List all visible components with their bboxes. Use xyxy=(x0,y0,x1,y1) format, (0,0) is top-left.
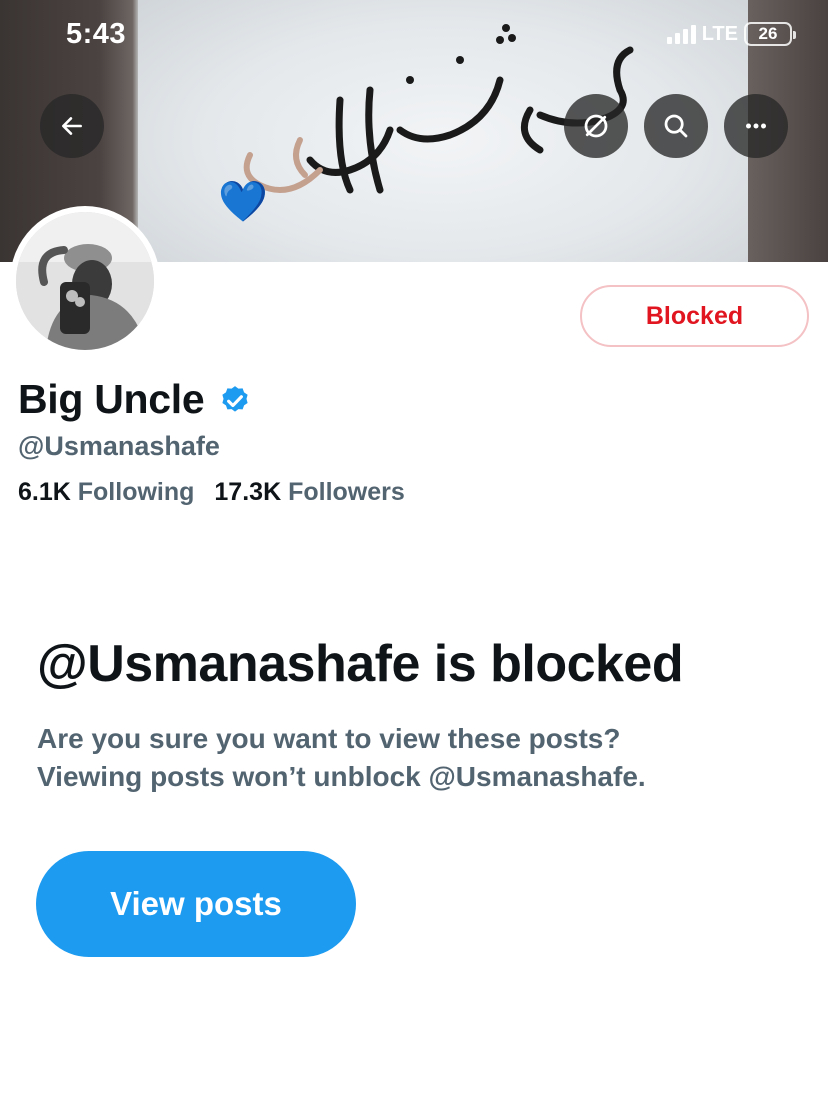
profile-name-row: Big Uncle xyxy=(18,376,252,423)
blocked-notice-description: Are you sure you want to view these post… xyxy=(37,720,797,796)
followers-count: 17.3K xyxy=(214,478,282,506)
following-label: Following xyxy=(77,478,195,506)
disable-notifications-button[interactable] xyxy=(564,94,628,158)
profile-handle: @Usmanashafe xyxy=(18,431,220,461)
search-icon xyxy=(664,114,688,138)
blocked-button[interactable]: Blocked xyxy=(580,285,809,347)
search-button[interactable] xyxy=(644,94,708,158)
avatar-photo xyxy=(16,212,154,350)
blocked-notice-line-2: Viewing posts won’t unblock @Usmanashafe… xyxy=(37,761,646,792)
avatar[interactable] xyxy=(10,206,160,356)
arrow-left-icon xyxy=(62,117,82,135)
ellipsis-icon xyxy=(746,123,766,129)
battery-level: 26 xyxy=(758,24,778,43)
status-indicators: LTE 26 xyxy=(666,22,796,46)
back-button[interactable] xyxy=(40,94,104,158)
network-type: LTE xyxy=(701,22,738,45)
followers-label: Followers xyxy=(288,478,405,506)
blocked-notice-line-1: Are you sure you want to view these post… xyxy=(37,723,621,754)
view-posts-button[interactable]: View posts xyxy=(36,851,356,957)
follow-stats: 6.1K Following 17.3K Followers xyxy=(18,478,405,507)
circle-slash-icon xyxy=(584,114,608,138)
followers-stat[interactable]: 17.3K Followers xyxy=(214,478,404,507)
following-count: 6.1K xyxy=(18,478,71,506)
banner-emoji: 💙 xyxy=(218,180,268,224)
battery-icon: 26 xyxy=(744,22,796,46)
following-stat[interactable]: 6.1K Following xyxy=(18,478,194,507)
display-name: Big Uncle xyxy=(18,376,205,422)
more-options-button[interactable] xyxy=(724,94,788,158)
blocked-notice-title: @Usmanashafe is blocked xyxy=(37,635,684,693)
verified-badge-icon[interactable] xyxy=(218,384,252,418)
status-time: 5:43 xyxy=(66,18,127,50)
cellular-signal-icon xyxy=(666,24,696,44)
